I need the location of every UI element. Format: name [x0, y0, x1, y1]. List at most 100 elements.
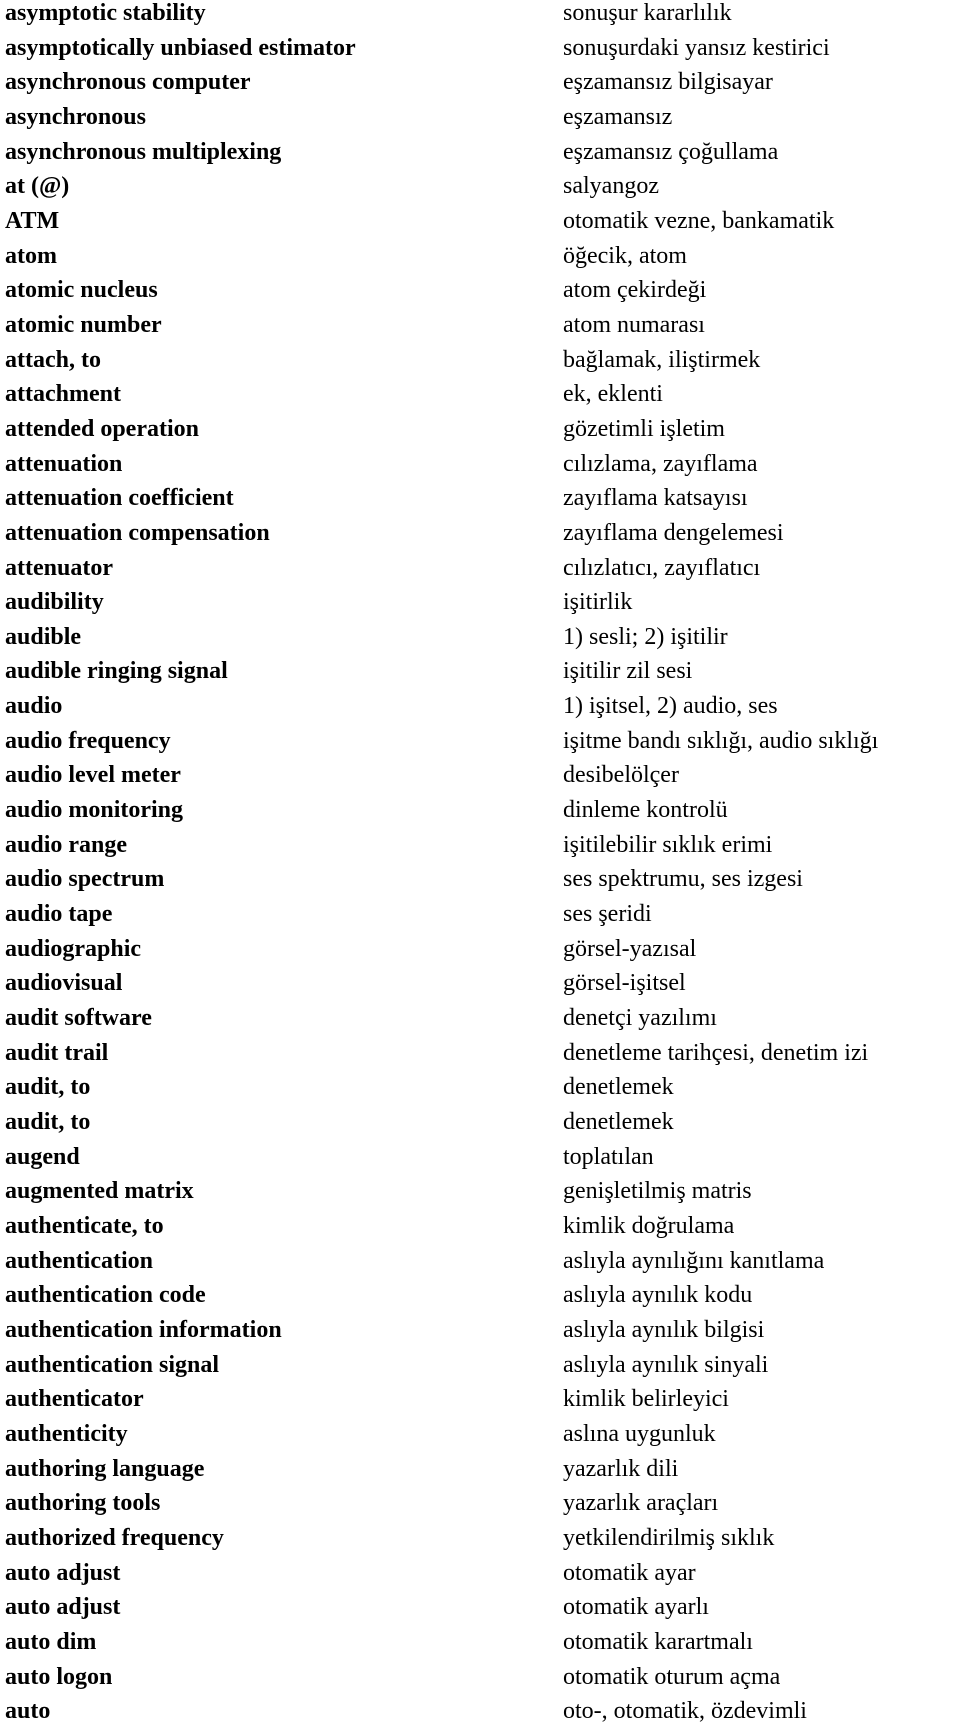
- entry-term: at (@): [5, 173, 70, 200]
- glossary-entry: ATM otomatik vezne, bankamatik: [0, 204, 960, 239]
- entry-translation: otomatik ayar: [563, 1559, 696, 1586]
- entry-translation: görsel-yazısal: [563, 935, 697, 962]
- entry-translation: işitme bandı sıklığı, audio sıklığı: [563, 727, 879, 754]
- entry-translation: 1) işitsel, 2) audio, ses: [563, 693, 778, 720]
- glossary-entry: attenuation cılızlama, zayıflama: [0, 447, 960, 482]
- glossary-entry: asymptotic stability sonuşur kararlılık: [0, 0, 960, 31]
- entry-translation: yazarlık dili: [563, 1455, 679, 1482]
- entry-term: authenticity: [5, 1420, 128, 1447]
- entry-term: attenuation coefficient: [5, 485, 234, 512]
- entry-term: audit, to: [5, 1074, 91, 1101]
- glossary-entry: asynchronous computer eşzamansız bilgisay…: [0, 65, 960, 100]
- entry-translation: desibelölçer: [563, 762, 679, 789]
- entry-term: asymptotically unbiased estimator: [5, 34, 356, 61]
- entry-term: authoring language: [5, 1455, 205, 1482]
- entry-translation: kimlik doğrulama: [563, 1212, 735, 1239]
- glossary-entry: auto logon otomatik oturum açma: [0, 1660, 960, 1695]
- entry-translation: ses şeridi: [563, 901, 652, 928]
- glossary-entry: attenuation compensation zayıflama dengel…: [0, 516, 960, 551]
- entry-term: authenticator: [5, 1386, 144, 1413]
- entry-term: attenuation: [5, 450, 123, 477]
- entry-term: attenuator: [5, 554, 113, 581]
- entry-translation: otomatik ayarlı: [563, 1594, 709, 1621]
- glossary-entry: audio spectrum ses spektrumu, ses izgesi: [0, 862, 960, 897]
- entry-term: audiographic: [5, 935, 142, 962]
- glossary-entry: audible ringing signal işitilir zil sesi: [0, 654, 960, 689]
- glossary-entry: atomic nucleus atom çekirdeği: [0, 273, 960, 308]
- entry-translation: otomatik oturum açma: [563, 1663, 781, 1690]
- entry-term: attenuation compensation: [5, 519, 270, 546]
- entry-term: audible ringing signal: [5, 658, 228, 685]
- glossary-entry: augend toplatılan: [0, 1140, 960, 1175]
- glossary-entry: audibility işitirlik: [0, 585, 960, 620]
- entry-translation: işitilebilir sıklık erimi: [563, 831, 773, 858]
- glossary-entry: audio monitoring dinleme kontrolü: [0, 793, 960, 828]
- entry-term: atomic nucleus: [5, 277, 158, 304]
- glossary-entry: authentication signal aslıyla aynılık sin…: [0, 1348, 960, 1383]
- glossary-entry: audiovisual görsel-işitsel: [0, 966, 960, 1001]
- entry-translation: aslına uygunluk: [563, 1420, 716, 1447]
- entry-translation: otomatik karartmalı: [563, 1628, 753, 1655]
- entry-term: audible: [5, 623, 82, 650]
- glossary-entry: at (@) salyangoz: [0, 169, 960, 204]
- entry-translation: genişletilmiş matris: [563, 1178, 752, 1205]
- glossary-entry: attenuation coefficient zayıflama katsayı…: [0, 481, 960, 516]
- glossary-entry: auto adjust otomatik ayar: [0, 1556, 960, 1591]
- entry-term: audio: [5, 693, 63, 720]
- entry-translation: otomatik vezne, bankamatik: [563, 207, 835, 234]
- entry-term: auto logon: [5, 1663, 113, 1690]
- glossary-entry: audio 1) işitsel, 2) audio, ses: [0, 689, 960, 724]
- entry-term: auto adjust: [5, 1594, 121, 1621]
- entry-translation: öğecik, atom: [563, 242, 687, 269]
- glossary-entry: audio tape ses şeridi: [0, 897, 960, 932]
- entry-translation: eşzamansız çoğullama: [563, 138, 779, 165]
- entry-translation: atom numarası: [563, 311, 705, 338]
- entry-term: augmented matrix: [5, 1178, 194, 1205]
- glossary-entry: authenticity aslına uygunluk: [0, 1417, 960, 1452]
- entry-translation: işitirlik: [563, 589, 633, 616]
- entry-translation: dinleme kontrolü: [563, 797, 728, 824]
- entry-translation: aslıyla aynılığını kanıtlama: [563, 1247, 825, 1274]
- entry-translation: yazarlık araçları: [563, 1490, 719, 1517]
- entry-term: audit software: [5, 1005, 152, 1032]
- entry-term: audio level meter: [5, 762, 181, 789]
- glossary-list: asymptotic stability sonuşur kararlılık as…: [0, 0, 960, 1729]
- entry-term: asynchronous multiplexing: [5, 138, 282, 165]
- glossary-entry: asynchronous multiplexing eşzamansız çoğu…: [0, 135, 960, 170]
- glossary-entry: audio level meter desibelölçer: [0, 758, 960, 793]
- entry-term: authenticate, to: [5, 1212, 164, 1239]
- entry-term: atom: [5, 242, 57, 269]
- entry-term: asymptotic stability: [5, 0, 206, 26]
- entry-term: authentication: [5, 1247, 154, 1274]
- entry-term: attended operation: [5, 415, 199, 442]
- glossary-entry: auto oto-, otomatik, özdevimli: [0, 1694, 960, 1729]
- entry-translation: aslıyla aynılık kodu: [563, 1282, 753, 1309]
- entry-translation: eşzamansız: [563, 103, 673, 130]
- glossary-entry: audit software denetçi yazılımı: [0, 1001, 960, 1036]
- entry-term: auto dim: [5, 1628, 97, 1655]
- entry-term: audio tape: [5, 901, 113, 928]
- entry-translation: toplatılan: [563, 1143, 654, 1170]
- glossary-entry: authenticator kimlik belirleyici: [0, 1382, 960, 1417]
- entry-translation: denetçi yazılımı: [563, 1005, 717, 1032]
- entry-term: authentication signal: [5, 1351, 220, 1378]
- entry-term: authorized frequency: [5, 1524, 224, 1551]
- entry-term: attach, to: [5, 346, 101, 373]
- glossary-entry: authentication code aslıyla aynılık kodu: [0, 1278, 960, 1313]
- entry-translation: ek, eklenti: [563, 381, 663, 408]
- glossary-entry: authoring tools yazarlık araçları: [0, 1486, 960, 1521]
- entry-term: augend: [5, 1143, 80, 1170]
- entry-term: authentication information: [5, 1316, 282, 1343]
- glossary-entry: atomic number atom numarası: [0, 308, 960, 343]
- entry-term: asynchronous: [5, 103, 146, 130]
- entry-translation: bağlamak, iliştirmek: [563, 346, 761, 373]
- glossary-entry: audit, to denetlemek: [0, 1105, 960, 1140]
- entry-term: audit trail: [5, 1039, 109, 1066]
- glossary-entry: authentication aslıyla aynılığını kanıtla…: [0, 1244, 960, 1279]
- entry-translation: sonuşur kararlılık: [563, 0, 732, 26]
- glossary-entry: auto adjust otomatik ayarlı: [0, 1590, 960, 1625]
- entry-term: audio frequency: [5, 727, 171, 754]
- entry-translation: denetlemek: [563, 1109, 674, 1135]
- glossary-entry: asynchronous eşzamansız: [0, 100, 960, 135]
- entry-translation: cılızlama, zayıflama: [563, 450, 758, 477]
